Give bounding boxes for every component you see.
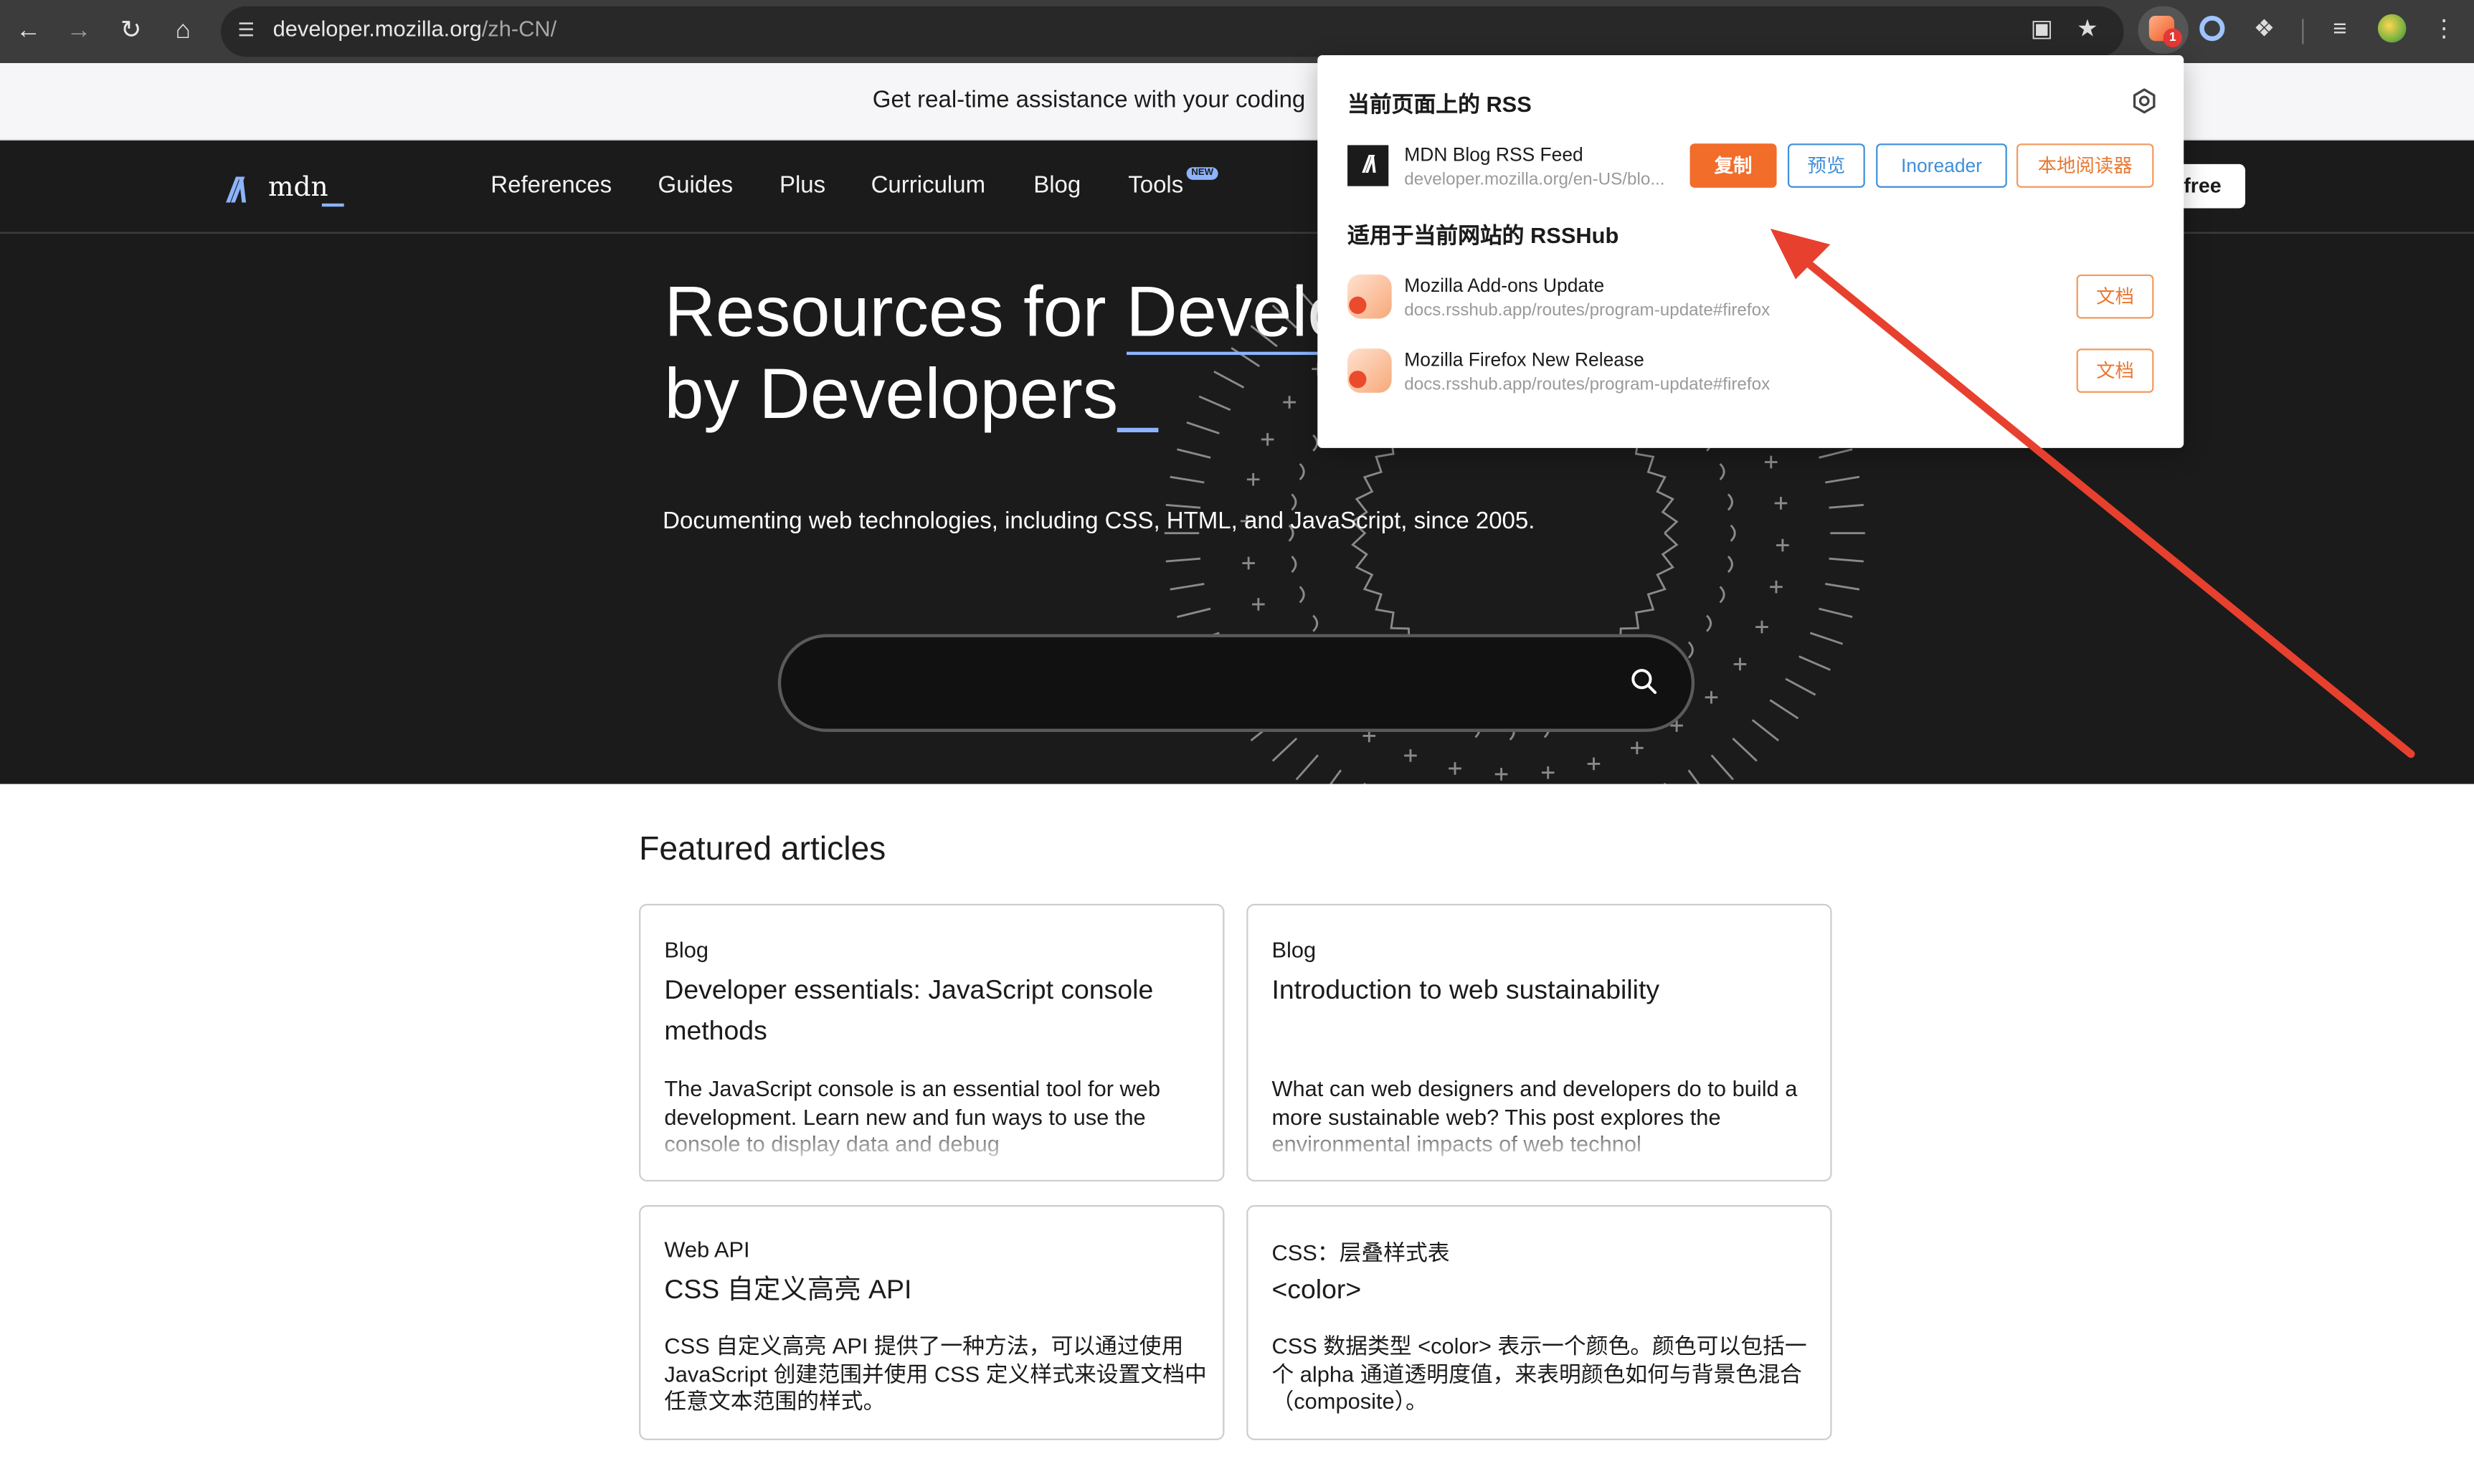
rsshub-item-title: Mozilla Firefox New Release	[1404, 348, 1644, 371]
profile-avatar[interactable]	[2377, 14, 2407, 43]
reload-icon[interactable]: ↻	[110, 11, 151, 52]
gear-icon[interactable]	[2130, 87, 2158, 115]
extension-badge: 1	[2163, 28, 2183, 48]
mdn-logo-icon[interactable]: //\	[227, 171, 247, 211]
rsshub-icon	[1347, 274, 1392, 319]
site-settings-icon[interactable]: ☰	[234, 17, 259, 42]
toolbar-divider	[2302, 19, 2304, 44]
card-category[interactable]: Blog	[664, 937, 708, 962]
card-description: CSS 数据类型 <color> 表示一个颜色。颜色可以包括一个 alpha 通…	[1271, 1333, 1807, 1414]
card-description: What can web designers and developers do…	[1271, 1075, 1798, 1156]
article-card[interactable]: Blog Introduction to web sustainability …	[1246, 903, 1832, 1182]
logo-underscore	[321, 203, 344, 207]
hero-subtitle: Documenting web technologies, including …	[663, 508, 1535, 535]
bookmark-star-icon[interactable]: ★	[2070, 13, 2105, 47]
card-title[interactable]: Introduction to web sustainability	[1271, 970, 1808, 1011]
article-card[interactable]: Blog Developer essentials: JavaScript co…	[639, 903, 1225, 1182]
browser-toolbar: ← → ↻ ⌂ ☰ developer.mozilla.org/zh-CN/ ▣…	[0, 0, 2474, 64]
nav-curriculum[interactable]: Curriculum	[871, 172, 986, 199]
mdn-feed-icon: //\	[1347, 145, 1389, 186]
nav-plus[interactable]: Plus	[779, 172, 825, 199]
install-app-icon[interactable]: ▣	[2024, 13, 2059, 47]
feed-title: MDN Blog RSS Feed	[1404, 143, 1583, 166]
search-icon[interactable]	[1630, 667, 1659, 696]
copy-button[interactable]: 复制	[1689, 143, 1777, 188]
card-title[interactable]: CSS 自定义高亮 API	[664, 1270, 1200, 1311]
rsshub-item-title: Mozilla Add-ons Update	[1404, 274, 1605, 297]
free-button[interactable]: free	[2174, 163, 2246, 209]
annotation-arrow	[1770, 229, 2415, 758]
banner-text: Get real-time assistance with your codin…	[872, 87, 1306, 114]
extension-ring-icon[interactable]	[2199, 16, 2225, 42]
new-badge: NEW	[1186, 167, 1218, 180]
preview-button[interactable]: 预览	[1787, 143, 1865, 188]
extensions-puzzle-icon[interactable]: ❖	[2247, 13, 2281, 47]
nav-references[interactable]: References	[490, 172, 612, 199]
search-input[interactable]	[777, 634, 1695, 732]
rsshub-item-url: docs.rsshub.app/routes/program-update#fi…	[1404, 375, 1771, 395]
reading-list-icon[interactable]: ≡	[2323, 13, 2357, 47]
url-text[interactable]: developer.mozilla.org/zh-CN/	[273, 16, 557, 41]
feed-url: developer.mozilla.org/en-US/blo...	[1404, 170, 1665, 190]
forward-icon[interactable]: →	[58, 11, 99, 52]
rsshub-heading: 适用于当前网站的 RSSHub	[1347, 222, 1619, 248]
rsshub-item-url: docs.rsshub.app/routes/program-update#fi…	[1404, 301, 1771, 320]
hero-title-prefix: Resources for	[664, 271, 1127, 352]
featured-heading: Featured articles	[639, 831, 886, 868]
card-category[interactable]: CSS：层叠样式表	[1271, 1237, 1449, 1268]
card-category[interactable]: Blog	[1271, 937, 1316, 962]
hero-title-link[interactable]: Develo	[1126, 271, 1347, 356]
mdn-logo-text[interactable]: mdn	[268, 172, 328, 204]
current-page-rss-heading: 当前页面上的 RSS	[1347, 91, 1532, 117]
nav-guides[interactable]: Guides	[658, 172, 734, 199]
nav-blog[interactable]: Blog	[1033, 172, 1081, 199]
article-card[interactable]: CSS：层叠样式表 <color> CSS 数据类型 <color> 表示一个颜…	[1246, 1205, 1832, 1440]
hero-cursor: _	[1118, 353, 1158, 434]
card-title[interactable]: Developer essentials: JavaScript console…	[664, 970, 1200, 1052]
hero-title: Resources for Develo by Developers_	[664, 271, 1347, 435]
nav-tools[interactable]: Tools	[1128, 172, 1183, 199]
back-icon[interactable]: ←	[8, 11, 49, 52]
card-title[interactable]: <color>	[1271, 1270, 1808, 1311]
inoreader-button[interactable]: Inoreader	[1876, 143, 2007, 188]
card-category[interactable]: Web API	[664, 1237, 749, 1262]
card-description: The JavaScript console is an essential t…	[664, 1075, 1161, 1156]
article-card[interactable]: Web API CSS 自定义高亮 API CSS 自定义高亮 API 提供了一…	[639, 1205, 1225, 1440]
chrome-menu-icon[interactable]: ⋮	[2427, 13, 2461, 47]
local-reader-button[interactable]: 本地阅读器	[2016, 143, 2154, 188]
home-icon[interactable]: ⌂	[163, 11, 204, 52]
card-description: CSS 自定义高亮 API 提供了一种方法，可以通过使用 JavaScript …	[664, 1333, 1207, 1414]
hero-title-line2: by Developers	[664, 353, 1119, 434]
rsshub-icon	[1347, 348, 1392, 393]
